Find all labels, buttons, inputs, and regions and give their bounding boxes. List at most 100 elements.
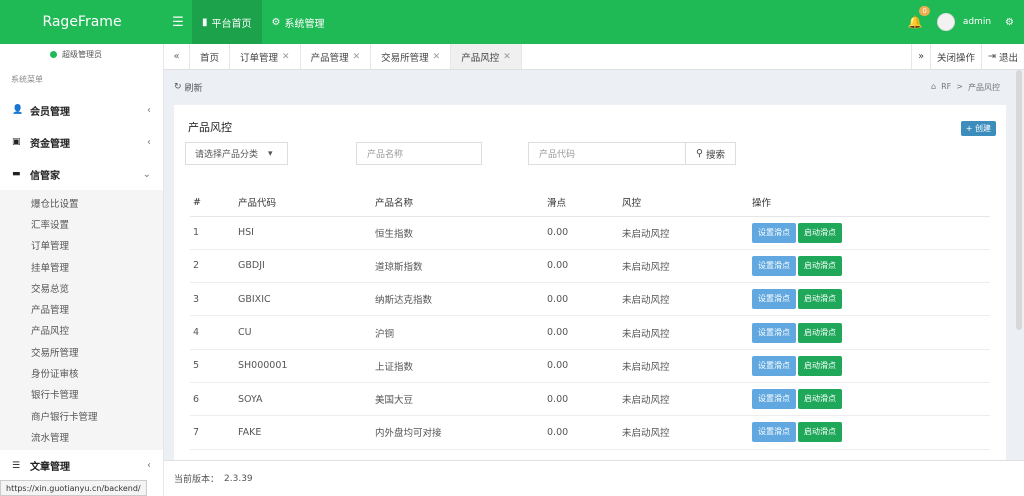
row-risk-status: 未启动风控 — [619, 249, 749, 284]
start-slippage-button[interactable]: 启动滑点 — [798, 422, 842, 443]
close-icon[interactable]: ✕ — [353, 52, 361, 62]
money-icon: ▣ — [12, 137, 21, 147]
hamburger-icon[interactable]: ☰ — [164, 15, 192, 30]
row-name: 沪铜 — [372, 315, 544, 350]
settings-icon[interactable]: ⚙ — [1005, 17, 1014, 28]
start-slippage-button[interactable]: 启动滑点 — [798, 289, 842, 310]
sidebar-subitem[interactable]: 身份证审核 — [0, 362, 163, 383]
search-button[interactable]: ⚲ 搜索 — [685, 142, 736, 165]
row-actions: 设置滑点 启动滑点 — [749, 382, 990, 417]
status-url: https://xin.guotianyu.cn/backend/ — [0, 480, 147, 496]
submenu: 爆仓比设置 汇率设置 订单管理 挂单管理 交易总览 产品管理 产品风控 交易所管… — [0, 190, 163, 450]
row-code: HSI — [235, 216, 372, 250]
sidebar-item-xinguanjia[interactable]: ▬ 信管家 ⌄ — [0, 158, 163, 190]
row-code: CU — [235, 315, 372, 350]
create-button[interactable]: + 创建 — [960, 121, 996, 136]
table-row: 6 SOYA 美国大豆 0.00 未启动风控 设置滑点 启动滑点 — [190, 382, 990, 417]
sidebar-item-members[interactable]: 👤 会员管理 ‹ — [0, 94, 163, 126]
row-name: 道琼斯指数 — [372, 249, 544, 284]
start-slippage-button[interactable]: 启动滑点 — [798, 322, 842, 343]
tab-product-risk[interactable]: 产品风控 ✕ — [451, 44, 522, 69]
nav-platform-home[interactable]: ▮ 平台首页 — [192, 0, 262, 44]
page-title: 产品风控 — [188, 121, 232, 134]
product-code-input[interactable]: 产品代码 — [528, 142, 686, 165]
row-actions: 设置滑点 启动滑点 — [749, 349, 990, 383]
bell-icon: 🔔 — [907, 15, 923, 29]
row-slippage: 0.00 — [544, 249, 619, 284]
set-slippage-button[interactable]: 设置滑点 — [752, 422, 796, 443]
notification-bell[interactable]: 🔔 0 — [907, 6, 930, 29]
table-header-row: # 产品代码 产品名称 滑点 风控 操作 — [190, 189, 990, 217]
column-header: 风控 — [619, 189, 749, 217]
sidebar-subitem[interactable]: 交易所管理 — [0, 341, 163, 362]
avatar — [936, 13, 955, 31]
logout-label: 退出 — [998, 52, 1018, 64]
start-slippage-button[interactable]: 启动滑点 — [798, 389, 842, 410]
logout-button[interactable]: ⇥ 退出 — [981, 44, 1024, 69]
close-operations-button[interactable]: 关闭操作 — [930, 44, 981, 69]
tab-orders[interactable]: 订单管理 ✕ — [230, 44, 301, 69]
close-icon[interactable]: ✕ — [433, 52, 441, 62]
tab-products[interactable]: 产品管理 ✕ — [301, 44, 372, 69]
nav-system-management[interactable]: ⚙ 系统管理 — [262, 0, 335, 44]
tabs-bar: « 首页 订单管理 ✕ 产品管理 ✕ 交易所管理 ✕ 产品风控 ✕ » 关闭操作… — [164, 44, 1024, 70]
sidebar-subitem[interactable]: 订单管理 — [0, 235, 163, 256]
brand-logo[interactable]: RageFrame — [0, 14, 164, 30]
top-navbar: RageFrame ☰ ▮ 平台首页 ⚙ 系统管理 🔔 0 admin ⚙ — [0, 0, 1024, 44]
username: admin — [962, 17, 992, 27]
row-id: 1 — [190, 216, 235, 250]
tab-home[interactable]: 首页 — [190, 44, 231, 69]
sidebar-subitem[interactable]: 产品风控 — [0, 320, 163, 341]
table-row: 1 HSI 恒生指数 0.00 未启动风控 设置滑点 启动滑点 — [190, 216, 990, 250]
sidebar-subitem[interactable]: 挂单管理 — [0, 256, 163, 277]
sidebar-subitem[interactable]: 产品管理 — [0, 298, 163, 319]
tabs-scroll-left[interactable]: « — [164, 44, 190, 69]
sidebar-item-articles[interactable]: ☰ 文章管理 ‹ — [0, 450, 163, 482]
sidebar-item-label: 文章管理 — [30, 462, 70, 474]
row-id: 5 — [190, 349, 235, 383]
set-slippage-button[interactable]: 设置滑点 — [752, 222, 796, 243]
sidebar-item-funds[interactable]: ▣ 资金管理 ‹ — [0, 126, 163, 158]
sidebar-subitem[interactable]: 流水管理 — [0, 426, 163, 447]
table-row: 7 FAKE 内外盘均可对接 0.00 未启动风控 设置滑点 启动滑点 — [190, 415, 990, 450]
row-name: 纳斯达克指数 — [372, 282, 544, 317]
content-panel: 产品风控 + 创建 请选择产品分类 ▾ 产品名称 产品代码 ⚲ 搜索 # 产品代… — [174, 105, 1006, 461]
row-slippage: 0.00 — [544, 282, 619, 317]
user-menu[interactable]: admin — [936, 13, 992, 31]
start-slippage-button[interactable]: 启动滑点 — [798, 355, 842, 376]
sidebar-subitem[interactable]: 交易总览 — [0, 277, 163, 298]
row-id: 6 — [190, 382, 235, 417]
chevron-left-icon: ‹ — [147, 136, 151, 148]
sidebar-subitem[interactable]: 银行卡管理 — [0, 384, 163, 405]
set-slippage-button[interactable]: 设置滑点 — [752, 289, 796, 310]
column-header: 产品代码 — [235, 189, 372, 217]
row-actions: 设置滑点 启动滑点 — [749, 315, 990, 350]
nav-label: 平台首页 — [211, 18, 252, 30]
close-icon[interactable]: ✕ — [282, 52, 290, 62]
chevron-left-icon: ‹ — [147, 104, 151, 116]
set-slippage-button[interactable]: 设置滑点 — [752, 255, 796, 276]
row-risk-status: 未启动风控 — [619, 349, 749, 383]
nav-label: 系统管理 — [284, 18, 325, 30]
start-slippage-button[interactable]: 启动滑点 — [798, 255, 842, 276]
close-icon[interactable]: ✕ — [503, 52, 511, 62]
product-name-input[interactable]: 产品名称 — [356, 142, 482, 165]
keyboard-icon: ▬ — [12, 169, 21, 179]
set-slippage-button[interactable]: 设置滑点 — [752, 355, 796, 376]
sidebar-subitem[interactable]: 商户银行卡管理 — [0, 405, 163, 426]
sidebar-item-label: 会员管理 — [30, 106, 70, 118]
start-slippage-button[interactable]: 启动滑点 — [798, 222, 842, 243]
category-select-value: 请选择产品分类 — [195, 150, 259, 160]
sidebar-subitem[interactable]: 汇率设置 — [0, 213, 163, 234]
set-slippage-button[interactable]: 设置滑点 — [752, 322, 796, 343]
refresh-button[interactable]: ↻ 刷新 — [174, 81, 203, 94]
set-slippage-button[interactable]: 设置滑点 — [752, 389, 796, 410]
row-name: 恒生指数 — [372, 216, 544, 250]
tab-exchanges[interactable]: 交易所管理 ✕ — [371, 44, 452, 69]
vertical-scrollbar[interactable] — [1016, 70, 1022, 330]
chevron-left-icon: ‹ — [147, 460, 151, 472]
tabs-scroll-right[interactable]: » — [911, 44, 930, 69]
sidebar-subitem[interactable]: 爆仓比设置 — [0, 192, 163, 213]
category-select[interactable]: 请选择产品分类 ▾ — [185, 142, 288, 165]
breadcrumb-item[interactable]: RF — [941, 82, 951, 93]
